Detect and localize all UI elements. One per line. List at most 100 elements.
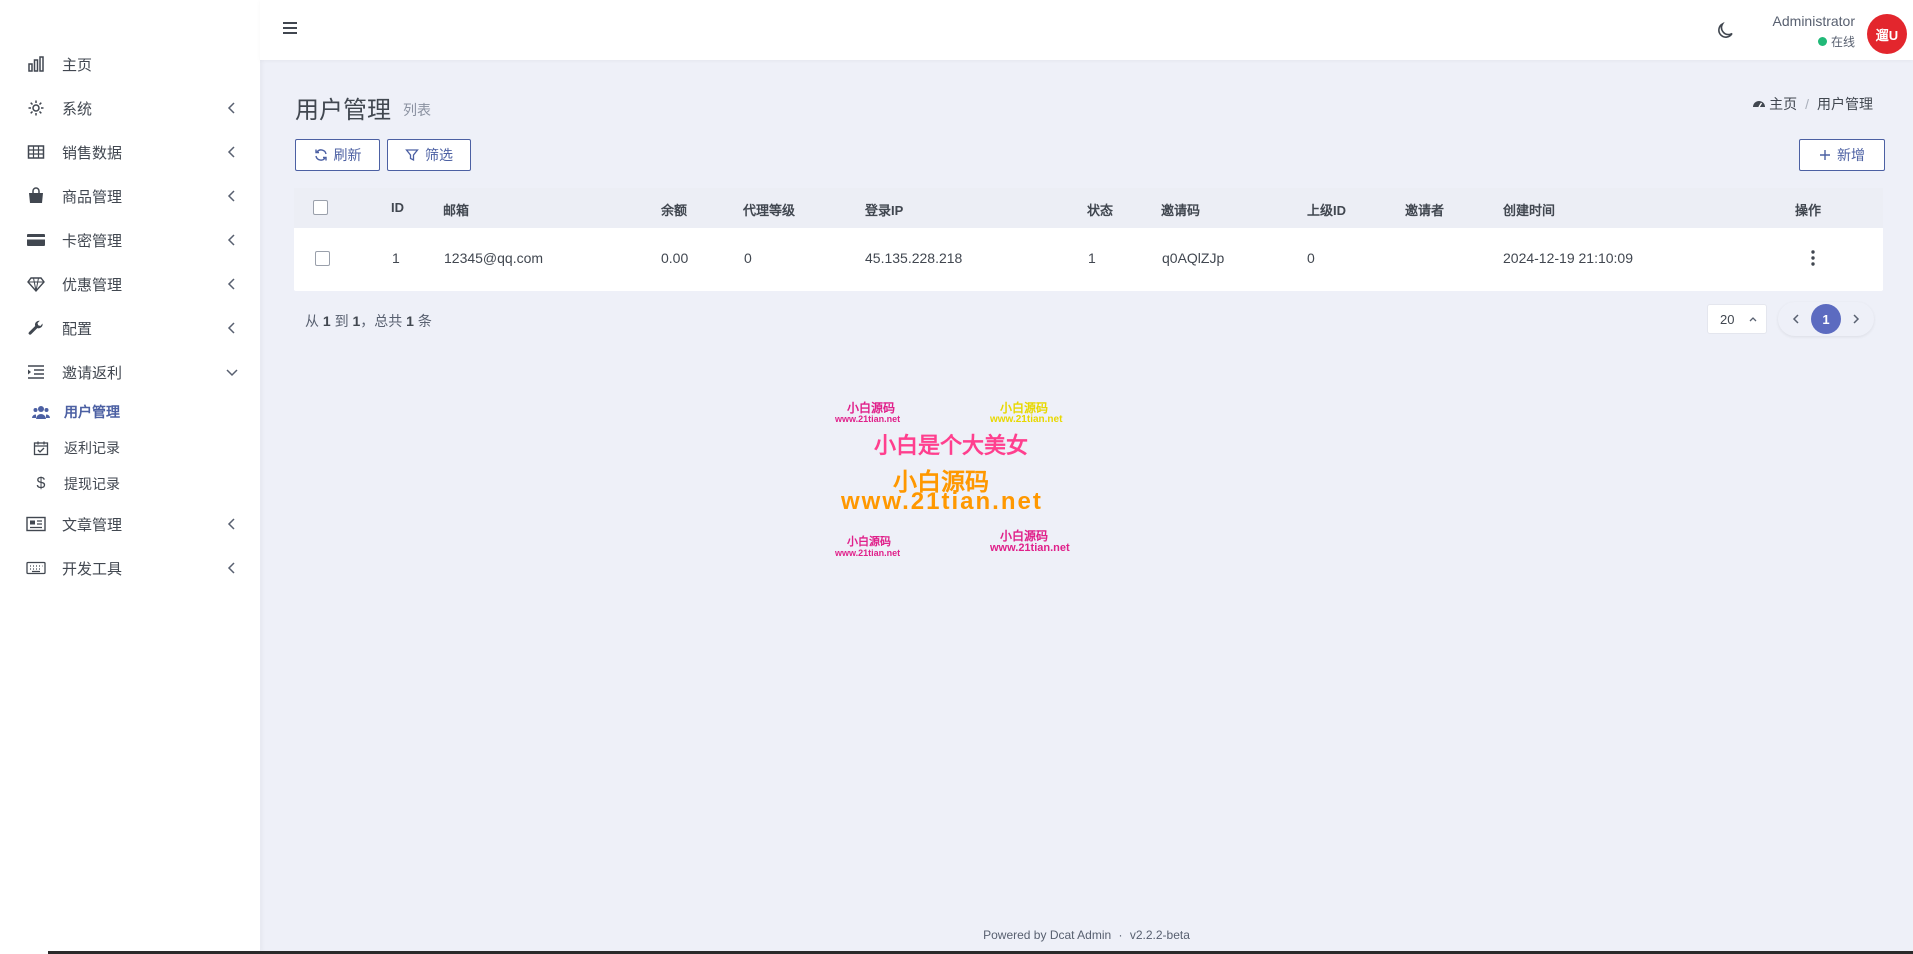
cell-invite-code: q0AQlZJp <box>1162 250 1225 266</box>
sidebar-item-label: 邀请返利 <box>62 364 123 382</box>
chevron-left-icon <box>227 190 235 202</box>
bar-chart-icon <box>26 54 46 74</box>
sidebar-subitem-users[interactable]: 用户管理 <box>0 394 260 430</box>
sidebar-nav: 主页 系统 销售数据 商品管理 卡密管理 优惠管理 配置 邀请返利 用户管理 返… <box>0 42 260 590</box>
watermark-slogan: 小白是个大美女 <box>874 433 1029 458</box>
row-actions-icon[interactable] <box>1803 248 1823 268</box>
column-header-inviter: 邀请者 <box>1405 203 1445 218</box>
sidebar-item-articles[interactable]: 文章管理 <box>0 502 260 546</box>
sidebar-item-products[interactable]: 商品管理 <box>0 174 260 218</box>
footer-powered: Powered by <box>983 928 1047 942</box>
summary-to-word: 到 <box>334 313 349 329</box>
page-title: 用户管理 <box>295 97 391 124</box>
sidebar-item-sales-data[interactable]: 销售数据 <box>0 130 260 174</box>
column-header-actions: 操作 <box>1795 203 1822 218</box>
breadcrumb-current: 用户管理 <box>1817 96 1873 112</box>
sidebar-subitem-label: 提现记录 <box>64 476 120 492</box>
watermark-small-url: www.21tian.net <box>835 414 901 424</box>
hamburger-menu-icon[interactable] <box>280 18 300 38</box>
column-header-ip: 登录IP <box>865 203 904 218</box>
select-all-checkbox[interactable] <box>313 200 328 215</box>
cell-ip: 45.135.228.218 <box>865 250 963 266</box>
column-header-level: 代理等级 <box>743 203 796 218</box>
row-checkbox[interactable] <box>315 251 330 266</box>
breadcrumb-separator: / <box>1805 96 1809 112</box>
dashboard-icon <box>1753 101 1766 108</box>
sidebar-item-invite-rebate[interactable]: 邀请返利 <box>0 350 260 394</box>
sidebar-item-home[interactable]: 主页 <box>0 42 260 86</box>
cell-status: 1 <box>1088 250 1096 266</box>
column-header-status: 状态 <box>1087 203 1114 218</box>
create-label: 新增 <box>1837 147 1865 163</box>
sidebar-item-dev-tools[interactable]: 开发工具 <box>0 546 260 590</box>
sidebar-item-config[interactable]: 配置 <box>0 306 260 350</box>
wrench-icon <box>26 318 46 338</box>
watermark-small-url-3: www.21tian.net <box>990 542 1070 554</box>
sidebar-subitem-label: 返利记录 <box>64 440 120 456</box>
sidebar-item-label: 配置 <box>62 320 93 338</box>
chevron-left-icon <box>227 322 235 334</box>
column-header-created-at: 创建时间 <box>1503 203 1556 218</box>
column-header-id[interactable]: ID <box>391 200 404 215</box>
summary-unit: 条 <box>417 313 432 329</box>
shopping-bag-icon <box>26 186 46 206</box>
cell-parent-id: 0 <box>1307 250 1315 266</box>
next-page-icon[interactable] <box>1848 311 1864 327</box>
footer-version: v2.2.2-beta <box>1129 928 1190 942</box>
pagination-summary: 从 1 到 1，总共 1 条 <box>305 311 432 331</box>
summary-prefix: 从 <box>305 313 319 329</box>
user-status: 在线 <box>1817 33 1855 50</box>
sidebar-item-discounts[interactable]: 优惠管理 <box>0 262 260 306</box>
user-name[interactable]: Administrator <box>1773 13 1855 29</box>
footer: Powered by Dcat Admin · v2.2.2-beta <box>260 928 1913 942</box>
chevron-left-icon <box>227 562 235 574</box>
sidebar-item-label: 开发工具 <box>62 560 123 578</box>
calendar-check-icon <box>32 439 50 457</box>
sidebar-item-label: 优惠管理 <box>62 276 123 294</box>
cell-id: 1 <box>392 250 400 266</box>
filter-label: 筛选 <box>425 147 453 163</box>
cell-email: 12345@qq.com <box>444 250 544 266</box>
sidebar-subitem-rebate-records[interactable]: 返利记录 <box>0 430 260 466</box>
footer-separator: · <box>1118 928 1123 942</box>
chevron-down-icon <box>226 369 238 377</box>
sidebar-item-system[interactable]: 系统 <box>0 86 260 130</box>
refresh-label: 刷新 <box>333 147 362 163</box>
diamond-icon <box>26 274 46 294</box>
summary-total: 1 <box>406 313 414 329</box>
watermark-small-title-2: 小白源码 <box>847 536 891 548</box>
filter-icon <box>405 149 419 162</box>
sidebar-item-cards[interactable]: 卡密管理 <box>0 218 260 262</box>
table-icon <box>26 142 46 162</box>
create-button[interactable]: 新增 <box>1799 139 1885 171</box>
summary-total-word: ，总共 <box>360 313 403 329</box>
refresh-button[interactable]: 刷新 <box>295 139 380 171</box>
moon-icon[interactable] <box>1715 21 1735 41</box>
top-navbar: Administrator 在线 遛U <box>260 0 1913 60</box>
table-header: ID 邮箱 余额 代理等级 登录IP 状态 邀请码 上级ID 邀请者 创建时间 … <box>294 188 1883 228</box>
summary-from: 1 <box>322 313 331 329</box>
per-page-value: 20 <box>1720 311 1735 327</box>
sidebar-subitem-label: 用户管理 <box>64 404 120 420</box>
sidebar-item-label: 系统 <box>62 100 93 118</box>
page-current[interactable]: 1 <box>1811 304 1841 334</box>
sidebar-item-label: 销售数据 <box>62 144 123 162</box>
watermark-small-url-2: www.21tian.net <box>835 548 901 558</box>
per-page-select[interactable]: 20 <box>1707 304 1767 334</box>
column-header-email: 邮箱 <box>443 203 470 218</box>
sidebar: 主页 系统 销售数据 商品管理 卡密管理 优惠管理 配置 邀请返利 用户管理 返… <box>0 0 260 954</box>
previous-page-icon[interactable] <box>1788 311 1804 327</box>
avatar[interactable]: 遛U <box>1867 14 1907 54</box>
breadcrumb-home[interactable]: 主页 <box>1752 94 1797 114</box>
chevron-left-icon <box>227 146 235 158</box>
chevron-left-icon <box>227 278 235 290</box>
keyboard-icon <box>26 558 46 578</box>
footer-brand-link[interactable]: Dcat Admin <box>1050 928 1111 942</box>
sidebar-item-label: 卡密管理 <box>62 232 123 250</box>
sidebar-subitem-withdraw-records[interactable]: $ 提现记录 <box>0 466 260 502</box>
cell-created-at: 2024-12-19 21:10:09 <box>1503 250 1633 266</box>
sidebar-item-label: 商品管理 <box>62 188 123 206</box>
filter-button[interactable]: 筛选 <box>387 139 471 171</box>
watermark-big-url: www.21tian.net <box>841 488 1043 515</box>
newspaper-icon <box>26 514 46 534</box>
